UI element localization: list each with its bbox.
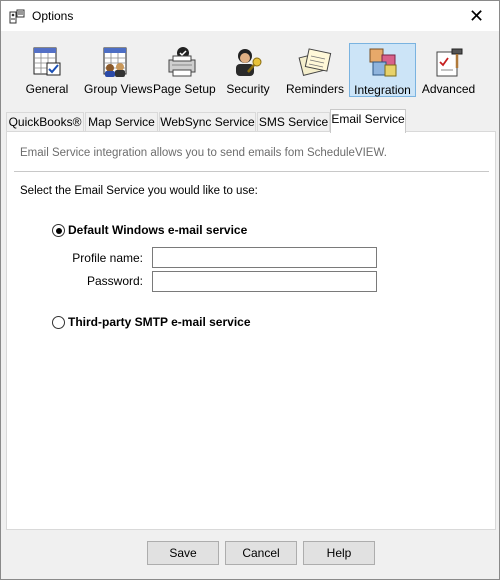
tab-map-service[interactable]: Map Service	[85, 112, 158, 132]
toolbar-integration-button[interactable]: Integration	[349, 43, 416, 97]
toolbar-reminders-button[interactable]: Reminders	[286, 44, 344, 96]
title-bar: Options ✕	[1, 1, 499, 31]
toolbar-label: Advanced	[421, 82, 476, 96]
tab-sms-service[interactable]: SMS Service	[257, 112, 330, 132]
tab-quickbooks[interactable]: QuickBooks®	[6, 112, 84, 132]
default-windows-label[interactable]: Default Windows e-mail service	[68, 223, 247, 237]
email-service-panel: Email Service integration allows you to …	[6, 131, 496, 530]
default-windows-radio[interactable]	[52, 224, 65, 237]
toolbar-security-button[interactable]: Security	[223, 44, 273, 96]
password-label: Password:	[86, 274, 143, 288]
select-service-label: Select the Email Service you would like …	[20, 185, 258, 197]
window-title: Options	[32, 9, 74, 23]
options-toolbar: General Group Views Page Setup Security …	[1, 31, 499, 103]
toolbar-page-setup-button[interactable]: Page Setup	[153, 44, 216, 96]
profile-name-field[interactable]	[152, 247, 377, 268]
toolbar-label: Reminders	[286, 82, 345, 96]
intro-text: Email Service integration allows you to …	[20, 147, 387, 159]
toolbar-advanced-button[interactable]: Advanced	[421, 44, 476, 96]
reminders-notes-icon	[298, 48, 332, 76]
cancel-button[interactable]: Cancel	[225, 541, 297, 565]
options-window: Options ✕ General Group Views Page Setup…	[0, 0, 500, 580]
password-field[interactable]	[152, 271, 377, 292]
integration-cubes-icon	[369, 48, 396, 77]
toolbar-group-views-button[interactable]: Group Views	[84, 44, 153, 96]
separator	[14, 171, 489, 172]
security-key-icon	[236, 49, 262, 76]
toolbar-label: General	[25, 82, 69, 96]
third-party-smtp-label[interactable]: Third-party SMTP e-mail service	[68, 315, 251, 329]
app-icon	[9, 9, 25, 24]
toolbar-label: Page Setup	[153, 82, 216, 96]
save-button[interactable]: Save	[147, 541, 219, 565]
integration-tabs: QuickBooks® Map Service WebSync Service …	[6, 109, 496, 133]
profile-name-label: Profile name:	[72, 251, 143, 265]
toolbar-label: Group Views	[84, 82, 153, 96]
toolbar-label: Integration	[354, 83, 411, 97]
tab-websync-service[interactable]: WebSync Service	[159, 112, 256, 132]
help-button[interactable]: Help	[303, 541, 375, 565]
group-views-icon	[103, 47, 127, 77]
third-party-smtp-radio[interactable]	[52, 316, 65, 329]
close-button[interactable]: ✕	[454, 1, 499, 31]
tab-email-service[interactable]: Email Service	[330, 109, 406, 133]
calendar-check-icon	[33, 47, 61, 76]
close-icon: ✕	[468, 5, 485, 26]
toolbar-label: Security	[226, 82, 270, 96]
toolbar-general-button[interactable]: General	[22, 44, 72, 96]
printer-icon	[168, 47, 196, 77]
advanced-hammer-icon	[436, 48, 462, 77]
